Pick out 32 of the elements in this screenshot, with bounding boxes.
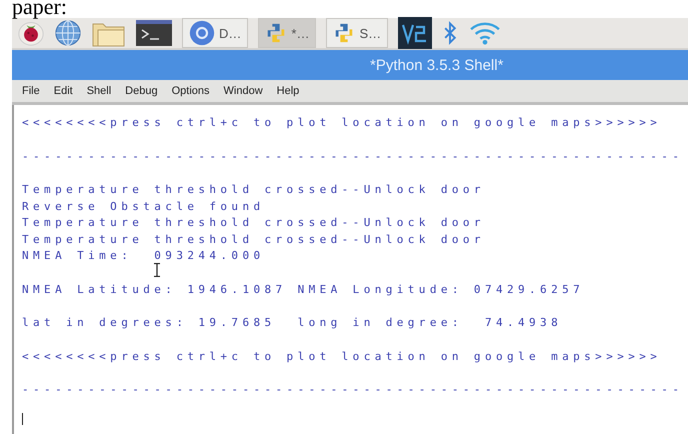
output-line: NMEA Time: 093244.000 — [22, 248, 264, 264]
menu-item[interactable]: Debug — [125, 85, 158, 97]
bluetooth-icon[interactable] — [442, 20, 458, 46]
taskbar-window-button[interactable]: D… — [182, 18, 248, 48]
output-line: ------------------------------------------------------------ — [22, 148, 684, 164]
globe-icon[interactable] — [54, 19, 82, 47]
output-line: NMEA Latitude: 1946.1087 NMEA Longitude: 07429.6257 — [22, 282, 584, 298]
taskbar-window-button[interactable]: *… — [258, 18, 316, 48]
output-line: <<<<<<<<press ctrl+c to plot location on google maps>>>>>> — [22, 348, 662, 364]
taskbar-window-button[interactable]: S… — [326, 18, 388, 48]
menu-item[interactable]: Help — [276, 85, 300, 97]
output-line: lat in degrees: 19.7685 long in degree: 74.4938 — [22, 315, 562, 331]
python-icon — [333, 22, 356, 44]
output-line: Temperature threshold crossed--Unlock door — [22, 215, 485, 231]
python-icon — [265, 22, 288, 44]
output-line: <<<<<<<<press ctrl+c to plot location on google maps>>>>>> — [22, 115, 662, 131]
output-line: ------------------------------------------------------------ — [22, 382, 684, 398]
terminal-icon[interactable] — [136, 20, 172, 46]
output-line: Reverse Obstacle found — [22, 198, 264, 214]
output-line: Temperature threshold crossed--Unlock door — [22, 232, 485, 248]
document-text: paper: — [11, 0, 68, 18]
wifi-icon[interactable] — [468, 20, 502, 46]
menu-item[interactable]: Options — [172, 85, 210, 97]
text-cursor-icon — [154, 263, 160, 277]
menu-item[interactable]: Shell — [86, 85, 112, 97]
raspberry-icon[interactable] — [18, 20, 44, 46]
text-caret — [22, 412, 23, 424]
output-line: Temperature threshold crossed--Unlock door — [22, 182, 485, 198]
menu-item[interactable]: File — [22, 85, 40, 97]
menu-item[interactable]: Window — [224, 85, 263, 97]
menu-item[interactable]: Edit — [54, 85, 73, 97]
window-title: *Python 3.5.3 Shell* — [370, 56, 504, 74]
